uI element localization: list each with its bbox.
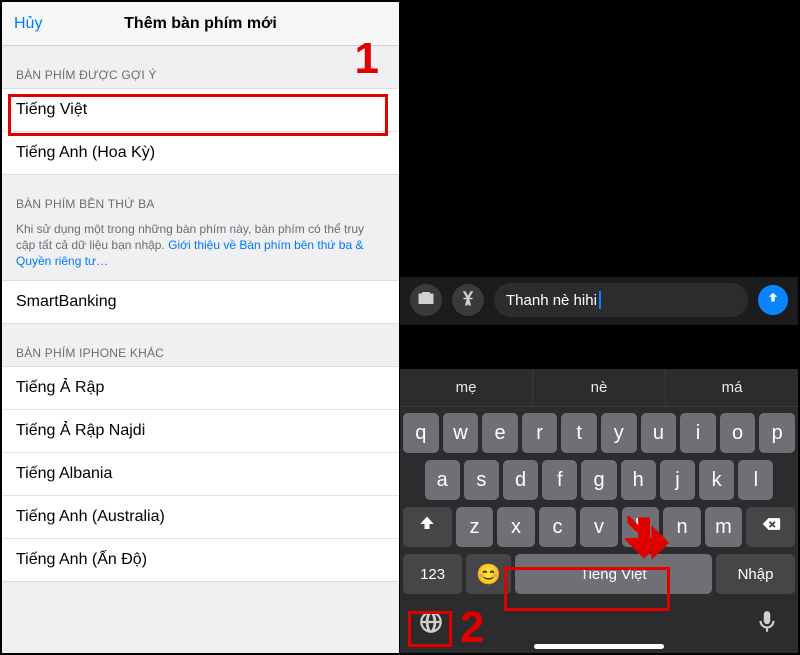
- key-j[interactable]: j: [660, 460, 695, 500]
- key-l[interactable]: l: [738, 460, 773, 500]
- key-a[interactable]: a: [425, 460, 460, 500]
- key-z[interactable]: z: [456, 507, 494, 547]
- key-t[interactable]: t: [561, 413, 597, 453]
- annotation-label-1: 1: [355, 34, 379, 84]
- backspace-key[interactable]: [746, 507, 795, 547]
- list-item[interactable]: Tiếng Ả Rập: [2, 367, 399, 410]
- annotation-arrow: [625, 516, 675, 571]
- list-item[interactable]: Tiếng Anh (Hoa Kỳ): [2, 132, 399, 174]
- camera-icon: [417, 289, 435, 312]
- mic-icon: [754, 609, 780, 635]
- other-list: Tiếng Ả Rập Tiếng Ả Rập Najdi Tiếng Alba…: [2, 366, 399, 582]
- page-title: Thêm bàn phím mới: [124, 15, 277, 33]
- message-text: Thanh nè hihi: [506, 292, 597, 309]
- key-h[interactable]: h: [621, 460, 656, 500]
- keyboard-pane: Thanh nè hihi mẹ nè má q w e r: [400, 2, 798, 653]
- key-c[interactable]: c: [539, 507, 577, 547]
- annotation-highlight-globe: [408, 611, 452, 647]
- key-y[interactable]: y: [601, 413, 637, 453]
- cancel-button[interactable]: Hủy: [14, 15, 42, 33]
- key-d[interactable]: d: [503, 460, 538, 500]
- arrow-up-icon: [766, 291, 780, 310]
- home-indicator: [534, 644, 664, 649]
- suggestion[interactable]: má: [666, 369, 798, 406]
- settings-pane: Hủy Thêm bàn phím mới BÀN PHÍM ĐƯỢC GỢI …: [2, 2, 400, 653]
- key-s[interactable]: s: [464, 460, 499, 500]
- suggestion[interactable]: nè: [533, 369, 666, 406]
- emoji-icon: 😊: [476, 562, 501, 587]
- shift-key[interactable]: [403, 507, 452, 547]
- nav-bar: Hủy Thêm bàn phím mới: [2, 2, 399, 46]
- key-w[interactable]: w: [443, 413, 479, 453]
- list-item[interactable]: Tiếng Anh (Ấn Độ): [2, 539, 399, 581]
- key-v[interactable]: v: [580, 507, 618, 547]
- suggestion-bar: mẹ nè má: [400, 369, 798, 407]
- return-key[interactable]: Nhập: [716, 554, 795, 594]
- key-u[interactable]: u: [641, 413, 677, 453]
- key-o[interactable]: o: [720, 413, 756, 453]
- key-m[interactable]: m: [705, 507, 743, 547]
- section-header-other: BÀN PHÍM IPHONE KHÁC: [2, 324, 399, 366]
- list-item[interactable]: Tiếng Albania: [2, 453, 399, 496]
- key-p[interactable]: p: [759, 413, 795, 453]
- key-e[interactable]: e: [482, 413, 518, 453]
- suggestion[interactable]: mẹ: [400, 369, 533, 406]
- list-item[interactable]: SmartBanking: [2, 281, 399, 323]
- numeric-key[interactable]: 123: [403, 554, 462, 594]
- send-button[interactable]: [758, 285, 788, 315]
- key-r[interactable]: r: [522, 413, 558, 453]
- thirdparty-list: SmartBanking: [2, 280, 399, 324]
- section-header-thirdparty: BÀN PHÍM BÊN THỨ BA: [2, 175, 399, 217]
- key-k[interactable]: k: [699, 460, 734, 500]
- message-input[interactable]: Thanh nè hihi: [494, 283, 748, 317]
- imessage-input-bar: Thanh nè hihi: [400, 277, 798, 325]
- section-header-suggested: BÀN PHÍM ĐƯỢC GỢI Ý: [2, 46, 399, 88]
- list-item[interactable]: Tiếng Ả Rập Najdi: [2, 410, 399, 453]
- key-x[interactable]: x: [497, 507, 535, 547]
- camera-button[interactable]: [410, 284, 442, 316]
- dictation-key[interactable]: [754, 609, 780, 640]
- key-f[interactable]: f: [542, 460, 577, 500]
- thirdparty-desc: Khi sử dụng một trong những bàn phím này…: [2, 217, 399, 280]
- list-item[interactable]: Tiếng Anh (Australia): [2, 496, 399, 539]
- appstore-button[interactable]: [452, 284, 484, 316]
- appstore-icon: [459, 289, 477, 312]
- key-q[interactable]: q: [403, 413, 439, 453]
- annotation-label-2: 2: [460, 603, 484, 653]
- annotation-highlight-space: [504, 567, 670, 611]
- backspace-icon: [761, 514, 781, 540]
- key-i[interactable]: i: [680, 413, 716, 453]
- text-caret: [599, 291, 601, 309]
- annotation-highlight-1: [8, 94, 388, 136]
- key-g[interactable]: g: [581, 460, 616, 500]
- shift-icon: [417, 514, 437, 540]
